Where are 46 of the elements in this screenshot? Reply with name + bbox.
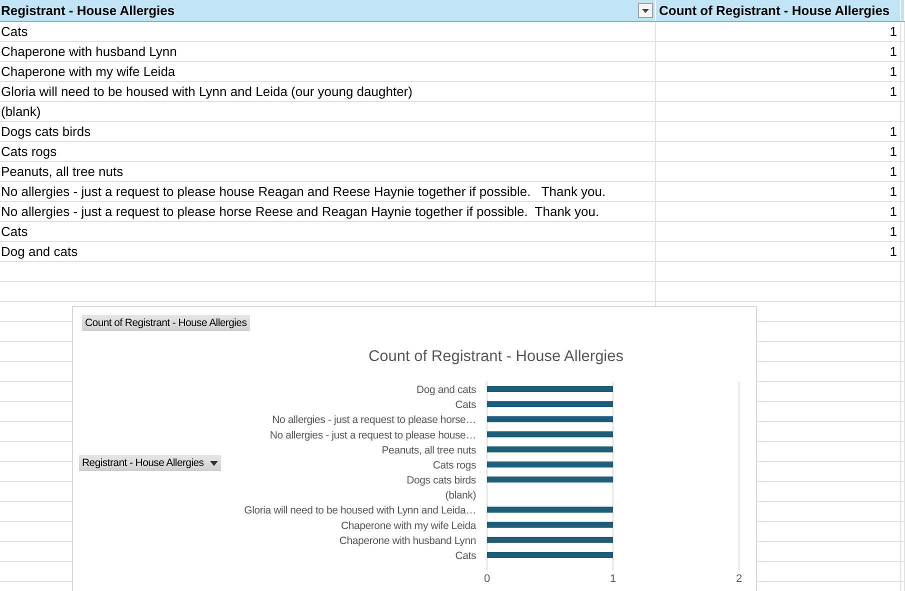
count-value: 1 <box>890 244 897 259</box>
category-label: Cats rogs <box>432 459 476 472</box>
chart-title: Count of Registrant - House Allergies <box>368 348 624 365</box>
tick-label: 1 <box>610 573 616 585</box>
category-label: Dog and cats <box>416 384 476 396</box>
category-label: Cats <box>455 399 476 412</box>
category-label: Dogs cats birds <box>406 474 476 487</box>
count-value: 1 <box>890 224 897 239</box>
count-value: 1 <box>890 64 897 79</box>
row-label: Cats rogs <box>1 144 57 159</box>
tick-label: 2 <box>736 573 742 585</box>
row-label: Chaperone with husband Lynn <box>1 44 177 59</box>
row-label: No allergies - just a request to please house Reagan and Reese Haynie together if possible. Thank you. <box>1 184 606 199</box>
column-header: Count of Registrant - House Allergies <box>659 3 890 18</box>
row-label: Cats <box>1 24 28 39</box>
count-value: 1 <box>890 164 897 179</box>
category-label: Gloria will need to be housed with Lynn and Leida… <box>244 504 476 517</box>
row-label: Peanuts, all tree nuts <box>1 164 124 179</box>
count-value: 1 <box>890 204 897 219</box>
count-value: 1 <box>890 144 897 159</box>
count-value: 1 <box>890 84 897 99</box>
row-label: (blank) <box>1 104 41 119</box>
count-value: 1 <box>890 124 897 139</box>
count-value: 1 <box>890 44 897 59</box>
category-label: Chaperone with my wife Leida <box>340 520 476 532</box>
count-value: 1 <box>890 24 897 39</box>
category-label: No allergies - just a request to please house… <box>270 429 476 442</box>
tick-label: 0 <box>484 573 490 585</box>
row-label: Cats <box>1 224 28 239</box>
category-label: No allergies - just a request to please horse… <box>272 414 476 426</box>
category-label: Cats <box>455 550 476 562</box>
filter-button[interactable] <box>638 3 653 18</box>
row-label: Dog and cats <box>1 244 78 259</box>
row-label: No allergies - just a request to please horse Reese and Reagan Haynie together if possible. Thank you. <box>1 204 600 219</box>
count-value: 1 <box>890 184 897 199</box>
axis-field-button[interactable]: Registrant - House Allergies <box>79 455 221 471</box>
dropdown-icon <box>210 460 218 466</box>
category-label: Peanuts, all tree nuts <box>382 444 476 456</box>
row-label: Dogs cats birds <box>1 124 91 139</box>
row-label: Gloria will need to be housed with Lynn and Leida (our young daughter) <box>1 84 412 99</box>
dropdown-icon <box>642 8 649 12</box>
values-field-button[interactable]: Count of Registrant - House Allergies <box>82 315 250 331</box>
category-label: (blank) <box>445 490 476 502</box>
category-label: Chaperone with husband Lynn <box>339 534 476 547</box>
column-header: Registrant - House Allergies <box>1 3 175 18</box>
row-label: Chaperone with my wife Leida <box>1 64 176 79</box>
